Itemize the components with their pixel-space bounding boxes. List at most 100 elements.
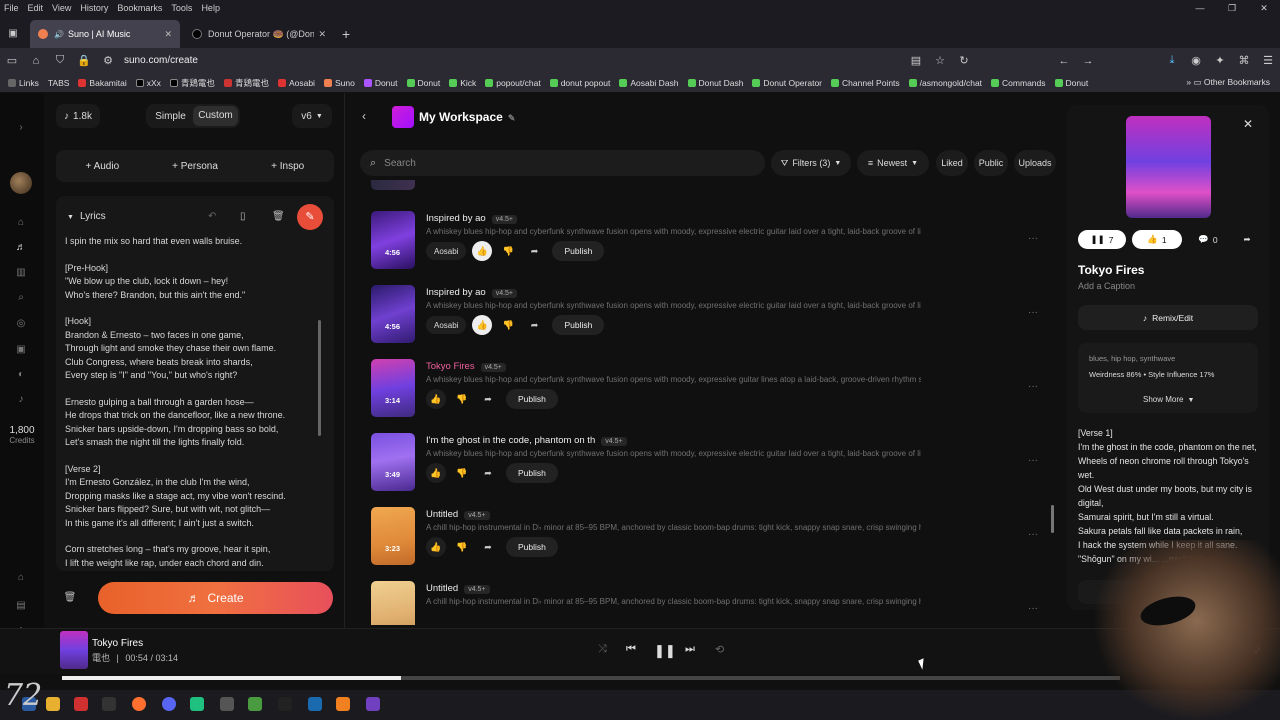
tab-x[interactable]: Donut Operator 🍩 (@DonutO ✕ bbox=[184, 20, 334, 48]
more-options-icon[interactable]: ··· bbox=[1028, 529, 1038, 540]
create-button[interactable]: ♬ Create bbox=[98, 582, 333, 614]
lyrics-scrollbar[interactable] bbox=[318, 320, 321, 436]
artist-chip[interactable]: Aosabi bbox=[426, 242, 467, 260]
url-bar[interactable]: suno.com/create bbox=[124, 55, 904, 66]
public-filter-button[interactable]: Public bbox=[974, 150, 1008, 176]
like-icon[interactable]: 👍 bbox=[426, 463, 446, 483]
clear-button[interactable]: 🗑 bbox=[58, 586, 82, 610]
publish-button[interactable]: Publish bbox=[552, 241, 605, 261]
avatar[interactable] bbox=[10, 172, 32, 194]
copy-icon[interactable]: ▯ bbox=[240, 211, 246, 222]
add-audio-button[interactable]: + Audio bbox=[56, 161, 149, 172]
more-options-icon[interactable]: ··· bbox=[1028, 455, 1038, 466]
mode-custom[interactable]: Custom bbox=[193, 106, 238, 126]
tab-suno[interactable]: 🔊 Suno | AI Music ✕ bbox=[30, 20, 180, 48]
dislike-icon[interactable]: 👎 bbox=[498, 241, 518, 261]
bookmark-item[interactable]: Aosabi bbox=[277, 78, 315, 88]
library-nav-icon[interactable]: ▥ bbox=[14, 267, 28, 278]
tab-list-icon[interactable]: ▣ bbox=[0, 20, 26, 48]
song-cover[interactable]: 3:14 bbox=[371, 359, 415, 417]
reader-icon[interactable]: ▤ bbox=[904, 54, 928, 67]
shield-icon[interactable]: ⛉ bbox=[48, 54, 72, 67]
player-cover[interactable] bbox=[60, 631, 88, 669]
like-count-pill[interactable]: 👍 1 bbox=[1132, 230, 1182, 249]
comment-count[interactable]: 💬 0 bbox=[1190, 230, 1226, 249]
notifications-icon[interactable]: ♪ bbox=[14, 394, 28, 405]
like-icon[interactable]: 👍 bbox=[472, 315, 493, 335]
explore-nav-icon[interactable]: ◐ bbox=[14, 369, 28, 380]
reload-icon[interactable]: ↻ bbox=[952, 54, 976, 67]
play-count-pill[interactable]: ❚❚ 7 bbox=[1078, 230, 1126, 249]
speaker-icon[interactable]: 🔊 bbox=[54, 30, 64, 39]
bookmark-item[interactable]: Donut bbox=[406, 78, 440, 88]
dislike-icon[interactable]: 👎 bbox=[452, 537, 472, 557]
close-icon[interactable]: ✕ bbox=[1243, 117, 1253, 131]
account-icon[interactable]: ◉ bbox=[1184, 54, 1208, 67]
edit-pencil-icon[interactable]: ✎ bbox=[508, 113, 516, 123]
publish-button[interactable]: Publish bbox=[506, 463, 558, 483]
bookmark-item[interactable]: 青鶏電也 bbox=[223, 77, 269, 89]
song-row[interactable]: 4:56 Inspired by ao v4.5+ A whiskey blues… bbox=[360, 205, 1050, 277]
lock-icon[interactable]: 🔒 bbox=[72, 54, 96, 67]
filters-button[interactable]: ⛛ Filters (3) ▼ bbox=[771, 150, 851, 176]
menu-view[interactable]: View bbox=[52, 3, 71, 13]
share-icon[interactable]: ➦ bbox=[478, 537, 498, 557]
more-options-icon[interactable]: ··· bbox=[1028, 233, 1038, 244]
share-icon[interactable]: ➦ bbox=[524, 241, 544, 261]
add-persona-button[interactable]: + Persona bbox=[149, 161, 242, 172]
song-title[interactable]: Untitled v4.5+ bbox=[426, 509, 490, 520]
app-icon[interactable] bbox=[190, 697, 204, 711]
bookmark-item[interactable]: xXx bbox=[135, 78, 161, 88]
player-artist[interactable]: 電也 bbox=[92, 653, 110, 663]
bookmark-item[interactable]: Donut bbox=[363, 78, 398, 88]
permissions-icon[interactable]: ⚙ bbox=[96, 54, 120, 67]
song-title[interactable]: Tokyo Fires v4.5+ bbox=[426, 361, 506, 372]
puzzle-icon[interactable]: ⌘ bbox=[1232, 54, 1256, 67]
search-nav-icon[interactable]: ⌕ bbox=[14, 292, 28, 303]
shuffle-icon[interactable]: ⤨ bbox=[598, 643, 607, 656]
close-tab-icon[interactable]: ✕ bbox=[164, 29, 172, 40]
show-more-button[interactable]: Show More ▼ bbox=[1143, 395, 1194, 404]
bookmark-item[interactable]: 青鶏電也 bbox=[169, 77, 215, 89]
player-title[interactable]: Tokyo Fires bbox=[92, 638, 143, 649]
close-window-icon[interactable]: ✕ bbox=[1248, 0, 1280, 16]
forward-icon[interactable]: → bbox=[1076, 55, 1100, 67]
publish-button[interactable]: Publish bbox=[552, 315, 605, 335]
publish-button[interactable]: Publish bbox=[506, 537, 558, 557]
steam-icon[interactable] bbox=[308, 697, 322, 711]
more-options-icon[interactable]: ··· bbox=[1028, 381, 1038, 392]
pause-icon[interactable]: ❚❚ bbox=[654, 643, 676, 659]
share-icon[interactable]: ➦ bbox=[524, 315, 544, 335]
download-icon[interactable]: ⤓ bbox=[1160, 54, 1184, 67]
vlc-icon[interactable] bbox=[336, 697, 350, 711]
song-row[interactable]: 4:56 Inspired by ao v4.5+ A whiskey blues… bbox=[360, 279, 1050, 351]
home-nav-icon[interactable]: ⌂ bbox=[14, 217, 28, 228]
extensions-icon[interactable]: ✦ bbox=[1208, 54, 1232, 67]
song-cover[interactable]: 4:56 bbox=[371, 211, 415, 269]
model-selector[interactable]: v6 ▼ bbox=[292, 104, 332, 128]
shop-icon[interactable]: ⌂ bbox=[14, 572, 28, 583]
liked-filter-button[interactable]: Liked bbox=[936, 150, 968, 176]
song-count-badge[interactable]: ♪ 1.8k bbox=[56, 104, 100, 128]
back-arrow-icon[interactable]: ‹ bbox=[362, 109, 366, 123]
maximize-icon[interactable]: ❐ bbox=[1216, 0, 1248, 16]
bookmark-item[interactable]: TABS bbox=[48, 78, 70, 88]
remix-edit-button[interactable]: ♪ Remix/Edit bbox=[1078, 305, 1258, 330]
song-cover[interactable]: 4:56 bbox=[371, 285, 415, 343]
sort-button[interactable]: ≡ Newest ▼ bbox=[857, 150, 929, 176]
next-icon[interactable]: ⏭ bbox=[685, 643, 695, 656]
song-title[interactable]: Inspired by ao v4.5+ bbox=[426, 213, 518, 224]
magic-wand-button[interactable]: ✎ bbox=[297, 204, 323, 230]
bookmark-item[interactable]: Donut bbox=[1054, 78, 1088, 88]
app-icon[interactable] bbox=[278, 697, 292, 711]
song-title[interactable]: Inspired by ao v4.5+ bbox=[426, 287, 518, 298]
bookmark-item[interactable]: Bakamitai bbox=[78, 78, 127, 88]
workspace-scrollbar[interactable] bbox=[1051, 505, 1054, 533]
repeat-icon[interactable]: ⟲ bbox=[715, 643, 724, 656]
song-cover[interactable]: 3:23 bbox=[371, 507, 415, 565]
menu-bookmarks[interactable]: Bookmarks bbox=[117, 3, 162, 13]
studio-nav-icon[interactable]: ▣ bbox=[14, 344, 28, 355]
search-input[interactable]: ⌕ Search bbox=[360, 150, 765, 176]
more-options-icon[interactable]: ··· bbox=[1028, 307, 1038, 318]
song-row[interactable]: 3:14 Tokyo Fires v4.5+ A whiskey blues hi… bbox=[360, 353, 1050, 425]
